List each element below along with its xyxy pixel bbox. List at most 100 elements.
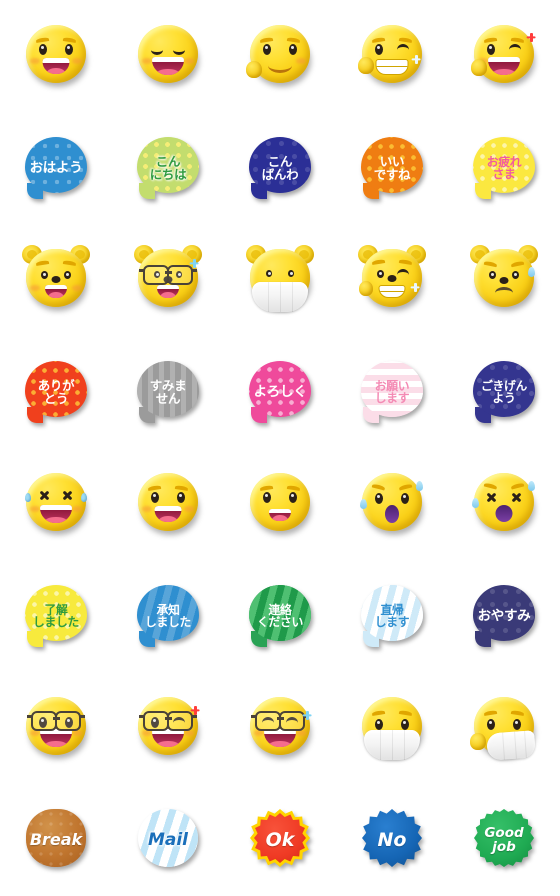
emoji-cell[interactable]: よろしく — [224, 336, 336, 448]
mouth-open-oval-icon — [495, 505, 513, 522]
face-glasses-wink-sweat[interactable] — [247, 695, 313, 761]
bubble-konnichiwa[interactable]: こん にちは — [135, 137, 201, 199]
emoji-cell[interactable] — [448, 224, 560, 336]
grinning-face-simple[interactable] — [247, 471, 313, 537]
emoji-cell[interactable]: 承知 しました — [112, 560, 224, 672]
emoji-cell[interactable] — [224, 224, 336, 336]
emoji-cell[interactable]: すみま せん — [112, 336, 224, 448]
bear-sad-sweat[interactable] — [470, 245, 538, 313]
mouth-open-icon — [269, 509, 291, 521]
sweat-drop-icon — [528, 267, 535, 277]
smiling-face-open-mouth[interactable] — [23, 23, 89, 89]
badge-no[interactable]: No — [359, 808, 425, 872]
badge-ok[interactable]: Ok — [247, 808, 313, 872]
cheek-left — [30, 58, 40, 64]
emoji-cell[interactable] — [0, 672, 112, 784]
bubble-sumimasen[interactable]: すみま せん — [135, 361, 201, 423]
cheek-right — [296, 58, 306, 64]
emoji-cell[interactable] — [336, 224, 448, 336]
emoji-cell[interactable]: おはよう — [0, 112, 112, 224]
eye-right-icon — [173, 45, 185, 55]
emoji-cell[interactable]: No — [336, 784, 448, 896]
bubble-oyasumi[interactable]: おやすみ — [471, 585, 537, 647]
sweat-drop-right-icon — [416, 481, 423, 491]
emoji-cell[interactable] — [448, 448, 560, 560]
eyebrow-left-icon — [259, 485, 274, 491]
emoji-cell[interactable] — [112, 0, 224, 112]
bubble-gokigenyou[interactable]: ごきげん よう — [471, 361, 537, 423]
badge-good-job[interactable]: Good job — [471, 808, 537, 872]
face-with-glasses[interactable] — [23, 695, 89, 761]
bubble-ohayou[interactable]: おはよう — [23, 137, 89, 199]
emoji-cell[interactable]: Mail — [112, 784, 224, 896]
bear-glasses[interactable] — [134, 245, 202, 313]
bubble-otsukaresama[interactable]: お疲れ さま — [471, 137, 537, 199]
emoji-cell[interactable]: おやすみ — [448, 560, 560, 672]
bubble-chokki-shimasu[interactable]: 直帰 します — [359, 585, 425, 647]
eyebrow-left-icon — [371, 259, 386, 265]
emoji-cell[interactable] — [224, 0, 336, 112]
bear-winking-grin[interactable] — [358, 245, 426, 313]
cheek-right — [72, 506, 82, 512]
anguished-face-sweat[interactable] — [359, 471, 425, 537]
face-with-mask-hand[interactable] — [470, 695, 537, 761]
emoji-cell[interactable]: Good job — [448, 784, 560, 896]
winking-face-grin-thumb[interactable] — [358, 23, 425, 89]
eye-left-icon — [151, 492, 159, 503]
badge-break[interactable]: Break — [23, 808, 89, 872]
smiling-face-smiling-eyes[interactable] — [135, 23, 201, 89]
eye-right-wink-icon — [397, 269, 409, 281]
emoji-cell[interactable] — [448, 672, 560, 784]
emoji-cell[interactable] — [336, 0, 448, 112]
bubble-konbanwa[interactable]: こん ばんわ — [247, 137, 313, 199]
emoji-cell[interactable] — [336, 672, 448, 784]
bear-smiling[interactable] — [22, 245, 90, 313]
bubble-yoroshiku[interactable]: よろしく — [247, 361, 313, 423]
emoji-cell[interactable]: ごきげん よう — [448, 336, 560, 448]
emoji-cell[interactable]: 連絡 ください — [224, 560, 336, 672]
emoji-cell[interactable] — [0, 0, 112, 112]
face-with-mask[interactable] — [359, 695, 425, 761]
emoji-cell[interactable] — [224, 448, 336, 560]
dizzy-face-x-eyes[interactable] — [471, 471, 537, 537]
emoji-cell[interactable]: お疲れ さま — [448, 112, 560, 224]
tear-left-icon — [25, 493, 31, 502]
bubble-label: こん ばんわ — [261, 153, 299, 182]
bubble-iidesune[interactable]: いい ですね — [359, 137, 425, 199]
eye-left-icon — [151, 45, 163, 55]
emoji-cell[interactable] — [448, 0, 560, 112]
bear-mask[interactable] — [246, 245, 314, 313]
emoji-cell[interactable]: こん ばんわ — [224, 112, 336, 224]
emoji-cell[interactable]: お願い します — [336, 336, 448, 448]
bubble-shouchi-shimashita[interactable]: 承知 しました — [135, 585, 201, 647]
bubble-onegaishimasu[interactable]: お願い します — [359, 361, 425, 423]
emoji-cell[interactable] — [0, 224, 112, 336]
bubble-renraku-kudasai[interactable]: 連絡 ください — [247, 585, 313, 647]
bubble-arigatou[interactable]: ありが とう — [23, 361, 89, 423]
emoji-cell[interactable] — [112, 224, 224, 336]
badge-mail[interactable]: Mail — [135, 808, 201, 872]
winking-face-sparkle[interactable] — [471, 23, 537, 89]
smiling-face-hand-on-chin[interactable] — [246, 23, 313, 89]
eye-right-icon — [288, 270, 294, 277]
emoji-cell[interactable]: いい ですね — [336, 112, 448, 224]
laughing-face-tears[interactable] — [23, 471, 89, 537]
emoji-cell[interactable] — [112, 672, 224, 784]
eyebrow-right-icon — [398, 483, 413, 491]
face-glasses-wink-sparkle[interactable] — [135, 695, 201, 761]
emoji-cell[interactable]: こん にちは — [112, 112, 224, 224]
emoji-cell[interactable] — [224, 672, 336, 784]
bubble-label: よろしく — [253, 383, 307, 400]
emoji-cell[interactable]: Break — [0, 784, 112, 896]
bubble-ryoukai-shimashita[interactable]: 了解 しました — [23, 585, 89, 647]
emoji-cell[interactable] — [0, 448, 112, 560]
emoji-cell[interactable]: ありが とう — [0, 336, 112, 448]
emoji-cell[interactable]: 了解 しました — [0, 560, 112, 672]
emoji-cell[interactable] — [336, 448, 448, 560]
emoji-cell[interactable] — [112, 448, 224, 560]
emoji-cell[interactable]: 直帰 します — [336, 560, 448, 672]
emoji-cell[interactable]: Ok — [224, 784, 336, 896]
mouth-open-icon — [488, 57, 520, 75]
eyebrow-left-icon — [371, 483, 386, 491]
smiling-face-open-eyes[interactable] — [135, 471, 201, 537]
